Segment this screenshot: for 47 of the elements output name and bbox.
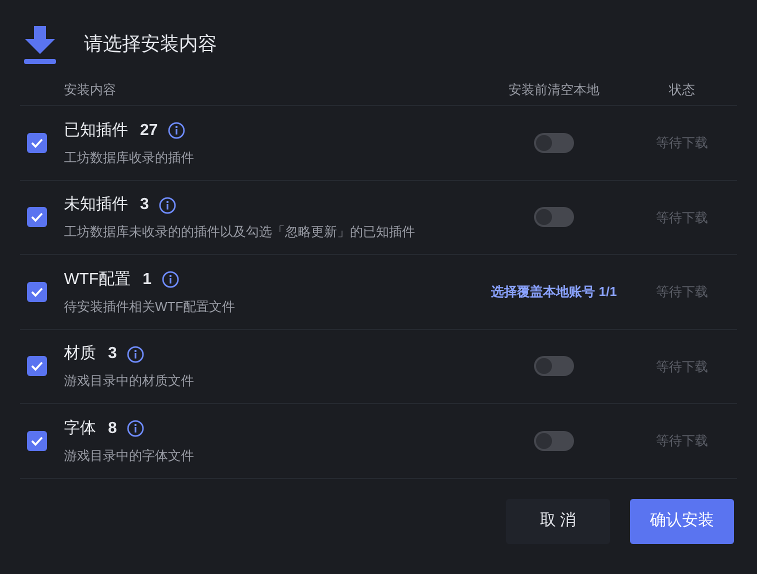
info-icon	[162, 271, 179, 288]
item-description: 工坊数据库未收录的的插件以及勾选「忽略更新」的已知插件	[64, 223, 416, 241]
item-description: 待安装插件相关WTF配置文件	[64, 298, 236, 316]
status-text: 等待下载	[655, 283, 709, 301]
info-icon	[126, 420, 144, 437]
item-count: 8	[108, 418, 117, 438]
dialog-title: 请选择安装内容	[84, 32, 217, 57]
item-name: WTF配置	[64, 270, 131, 290]
checkbox[interactable]	[27, 356, 47, 376]
toggle-switch[interactable]	[534, 207, 574, 228]
item-description: 游戏目录中的材质文件	[64, 372, 195, 390]
status-text: 等待下载	[655, 358, 709, 376]
checkbox[interactable]	[27, 132, 47, 153]
status-text: 等待下载	[655, 432, 709, 450]
item-name: 字体	[64, 418, 96, 438]
item-count: 3	[108, 344, 117, 364]
column-header: 安装内容	[64, 80, 117, 99]
item-count: 1	[142, 270, 152, 290]
check-icon	[31, 138, 43, 148]
item-count: 3	[140, 195, 149, 215]
cancel-button[interactable]: 取 消	[506, 498, 610, 544]
account-link[interactable]: 选择覆盖本地账号 1/1	[491, 282, 617, 302]
check-icon	[31, 361, 43, 372]
info-icon	[158, 196, 176, 214]
status-text: 等待下载	[655, 134, 709, 152]
item-name: 未知插件	[64, 194, 128, 215]
column-header: 安装前清空本地	[508, 80, 600, 99]
info-icon	[168, 122, 185, 139]
check-icon	[31, 436, 43, 446]
item-name: 材质	[64, 344, 96, 364]
checkbox[interactable]	[27, 430, 47, 451]
item-name: 已知插件	[64, 120, 128, 140]
item-count: 27	[140, 120, 158, 140]
check-icon	[31, 286, 43, 297]
check-icon	[31, 212, 43, 222]
info-icon	[126, 346, 144, 362]
checkbox[interactable]	[27, 207, 47, 228]
item-description: 游戏目录中的字体文件	[64, 446, 195, 464]
status-text: 等待下载	[655, 208, 709, 226]
toggle-switch[interactable]	[534, 132, 574, 153]
item-description: 工坊数据库收录的插件	[64, 148, 195, 166]
confirm-button[interactable]: 确认安装	[630, 498, 734, 544]
checkbox[interactable]	[27, 282, 47, 302]
column-header: 状态	[668, 80, 696, 99]
download-icon	[22, 26, 58, 64]
toggle-switch[interactable]	[534, 430, 574, 451]
toggle-switch[interactable]	[534, 356, 574, 376]
